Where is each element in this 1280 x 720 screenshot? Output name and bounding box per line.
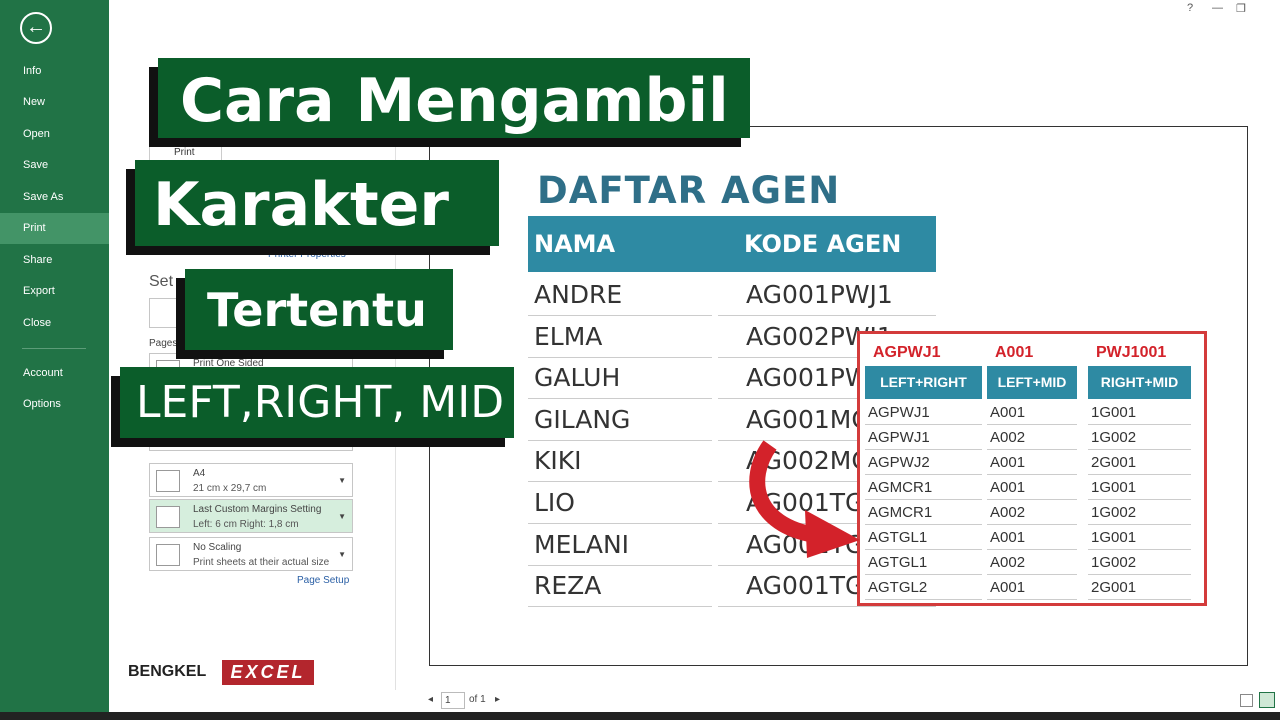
option-title: A4 (193, 468, 206, 479)
sidebar-item-new[interactable]: New (0, 87, 109, 118)
agent-name: ANDRE (534, 280, 623, 309)
result-cell: AGMCR1 (865, 475, 982, 500)
function-header: LEFT+MID (987, 366, 1077, 399)
settings-heading: Set (149, 273, 174, 290)
help-button[interactable]: ? (1187, 2, 1193, 14)
print-what-dropdown[interactable] (149, 298, 179, 328)
result-cell: AGPWJ1 (865, 400, 982, 425)
sidebar-item-close[interactable]: Close (0, 308, 109, 339)
example-source: PWJ1001 (1096, 344, 1167, 361)
banner-line-1: Cara Mengambil (158, 58, 750, 138)
result-cell: AGMCR1 (865, 500, 982, 525)
caption-bar (0, 712, 1280, 720)
example-source: A001 (995, 344, 1034, 361)
table-header: NAMA KODE AGEN (528, 216, 936, 272)
result-cell: AGPWJ2 (865, 450, 982, 475)
agent-name: GALUH (534, 363, 621, 393)
result-cell: A002 (987, 425, 1077, 450)
sidebar-item-save[interactable]: Save (0, 150, 109, 181)
result-cell: 1G002 (1088, 425, 1191, 450)
page-number-input[interactable]: 1 (441, 692, 465, 709)
result-cell: A002 (987, 500, 1077, 525)
print-option-dropdown[interactable]: Last Custom Margins Setting Left: 6 cm Ri… (149, 499, 353, 533)
back-button[interactable]: ← (20, 12, 52, 44)
sidebar-item-print[interactable]: Print (0, 213, 109, 244)
option-icon (156, 506, 180, 528)
pages-label: Pages (149, 338, 178, 349)
header-nama: NAMA (534, 230, 616, 258)
result-cell: AGTGL2 (865, 575, 982, 600)
show-margins-icon[interactable] (1240, 694, 1253, 707)
curved-arrow-icon (749, 440, 860, 558)
sidebar-item-options[interactable]: Options (0, 389, 109, 420)
result-cell: AGPWJ1 (865, 425, 982, 450)
sidebar-item-save-as[interactable]: Save As (0, 182, 109, 213)
chevron-down-icon: ▼ (338, 550, 346, 559)
option-icon (156, 544, 180, 566)
sidebar-item-share[interactable]: Share (0, 245, 109, 276)
result-cell: AGTGL1 (865, 525, 982, 550)
sidebar-item-info[interactable]: Info (0, 56, 109, 87)
result-cell: 2G001 (1088, 450, 1191, 475)
agent-code: AG001PWJ1 (746, 280, 893, 309)
result-cell: A001 (987, 525, 1077, 550)
print-option-dropdown[interactable]: No Scaling Print sheets at their actual s… (149, 537, 353, 571)
banner-line-2: Karakter (135, 160, 499, 246)
banner-line-4: LEFT,RIGHT, MID (120, 367, 514, 438)
function-header: RIGHT+MID (1088, 366, 1191, 399)
agent-name: ELMA (534, 321, 603, 351)
result-cell: A001 (987, 400, 1077, 425)
agent-name: KIKI (534, 446, 582, 476)
option-title: No Scaling (193, 542, 242, 553)
result-cell: A001 (987, 450, 1077, 475)
result-cell: 2G001 (1088, 575, 1191, 600)
result-cell: 1G002 (1088, 550, 1191, 575)
option-icon (156, 470, 180, 492)
zoom-to-page-icon[interactable] (1259, 692, 1275, 708)
chevron-down-icon: ▼ (338, 476, 346, 485)
result-cell: 1G001 (1088, 475, 1191, 500)
result-cell: A002 (987, 550, 1077, 575)
logo-excel: EXCEL (222, 660, 314, 685)
result-cell: A001 (987, 475, 1077, 500)
page-setup-link[interactable]: Page Setup (297, 575, 349, 586)
agent-name: LIO (534, 488, 575, 517)
result-cell: 1G001 (1088, 525, 1191, 550)
sidebar-item-open[interactable]: Open (0, 119, 109, 150)
banner-line-3: Tertentu (185, 269, 453, 350)
header-kode-agen: KODE AGEN (744, 230, 902, 258)
minimize-button[interactable]: — (1212, 2, 1223, 14)
option-detail: 21 cm x 29,7 cm (193, 483, 267, 494)
result-cell: 1G002 (1088, 500, 1191, 525)
restore-button[interactable]: ❐ (1236, 2, 1246, 15)
agent-name: MELANI (534, 529, 630, 559)
sheet-title: DAFTAR AGEN (537, 169, 841, 212)
function-header: LEFT+RIGHT (865, 366, 982, 399)
logo-bengkel: BENGKEL (128, 663, 207, 680)
result-cell: A001 (987, 575, 1077, 600)
result-cell: AGTGL1 (865, 550, 982, 575)
prev-page-button[interactable]: ◂ (428, 694, 433, 705)
agent-name: GILANG (534, 404, 631, 434)
option-detail: Print sheets at their actual size (193, 557, 330, 568)
sidebar-item-export[interactable]: Export (0, 276, 109, 307)
table-row: ANDRE AG001PWJ1 (528, 274, 936, 316)
example-source: AGPWJ1 (873, 344, 941, 361)
next-page-button[interactable]: ▸ (495, 694, 500, 705)
page-count: of 1 (469, 694, 486, 705)
agent-name: REZA (534, 571, 602, 601)
chevron-down-icon: ▼ (338, 512, 346, 521)
print-button[interactable]: Print (149, 140, 222, 162)
printer-properties-link[interactable]: Printer Properties (268, 249, 346, 260)
sidebar-item-account[interactable]: Account (0, 358, 109, 389)
print-option-dropdown[interactable]: A4 21 cm x 29,7 cm ▼ (149, 463, 353, 497)
option-title: Last Custom Margins Setting (193, 504, 322, 515)
result-cell: 1G001 (1088, 400, 1191, 425)
sidebar-divider (22, 348, 86, 349)
option-detail: Left: 6 cm Right: 1,8 cm (193, 519, 299, 530)
mid-function-examples: AGPWJ1 LEFT+RIGHT AGPWJ1 AGPWJ1 AGPWJ2 AGMCR1… (857, 331, 1207, 606)
